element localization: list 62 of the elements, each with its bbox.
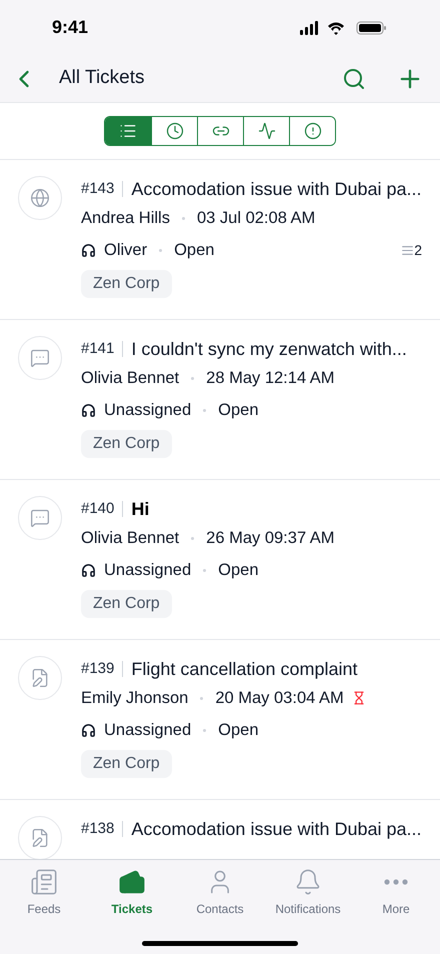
agent-name: Unassigned [104, 560, 192, 581]
tab-bar-item[interactable]: Notifications [264, 868, 352, 918]
ticket-status: Open [218, 400, 259, 421]
contact-name: Andrea Hills [81, 208, 170, 229]
ticket-date: 20 May 03:04 AM [215, 688, 344, 709]
list-filter-tab[interactable] [105, 117, 151, 145]
ticket-status: Open [174, 240, 214, 261]
headset-icon [81, 562, 96, 578]
newspaper-icon [30, 868, 58, 896]
tab-bar-item[interactable]: Contacts [176, 868, 264, 918]
search-icon [342, 66, 366, 90]
contact-name: Emily Jhonson [81, 688, 188, 709]
thread-count: 2 [414, 240, 422, 260]
alert-filter-tab[interactable] [289, 117, 335, 145]
ticket-number: #141 [81, 338, 114, 359]
headset-icon [81, 402, 96, 418]
account-tag: Zen Corp [81, 750, 172, 778]
contact-name: Olivia Bennet [81, 528, 180, 549]
account-tag: Zen Corp [81, 430, 172, 458]
bell-icon [294, 868, 322, 896]
ticket-subject[interactable]: I couldn't sync my zenwatch with... [131, 336, 407, 362]
signal-icon [300, 20, 318, 34]
account-tag: Zen Corp [81, 590, 172, 618]
tab-bar-item[interactable]: More [352, 868, 440, 918]
agent-name: Oliver [104, 240, 148, 261]
ticket-number: #143 [81, 178, 114, 199]
chat-icon [30, 348, 50, 368]
tab-bar-item[interactable]: Feeds [0, 868, 88, 918]
ticket-subject[interactable]: Accomodation issue with Dubai pa... [131, 176, 422, 202]
contact-name: Olivia Bennet [81, 368, 180, 389]
ticket-number: #138 [81, 818, 114, 839]
headset-icon [81, 242, 96, 258]
form-icon [30, 828, 50, 848]
ticket-status: Open [218, 560, 259, 581]
list-icon [119, 122, 137, 140]
ticket-number: #140 [81, 498, 114, 519]
page-title: All Tickets [59, 66, 145, 90]
ticket-date: 26 May 09:37 AM [206, 528, 335, 549]
ticket-subject[interactable]: Flight cancellation complaint [131, 656, 358, 682]
ticket-status: Open [218, 720, 259, 741]
globe-icon [30, 188, 50, 208]
status-time: 9:41 [52, 16, 88, 39]
ticket-subject[interactable]: Hi [131, 496, 150, 522]
tab-bar-item[interactable]: Tickets [88, 868, 176, 918]
alert-icon [304, 122, 322, 140]
form-icon [30, 668, 50, 688]
more-icon [384, 879, 408, 885]
ticket-number: #139 [81, 658, 114, 679]
ticket-date: 03 Jul 02:08 AM [196, 208, 316, 229]
ticket-subject[interactable]: Accomodation issue with Dubai pa... [131, 816, 422, 842]
wifi-icon [328, 22, 344, 34]
clock-icon [166, 122, 184, 140]
battery-icon [356, 21, 386, 34]
account-tag: Zen Corp [81, 270, 172, 298]
headset-icon [81, 722, 96, 738]
agent-name: Unassigned [104, 720, 192, 741]
threads-icon [401, 244, 414, 256]
agent-name: Unassigned [104, 400, 192, 421]
chat-icon [30, 508, 50, 528]
ticket-date: 28 May 12:14 AM [206, 368, 335, 389]
trend-line-icon [258, 122, 276, 140]
hourglass-icon [352, 691, 366, 705]
